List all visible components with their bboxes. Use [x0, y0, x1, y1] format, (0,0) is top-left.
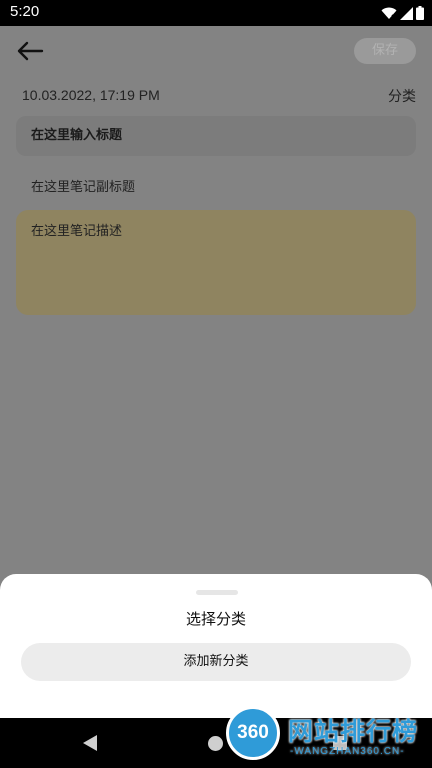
watermark-subtext: -WANGZHAN360.CN- — [290, 746, 405, 757]
note-date: 10.03.2022, 17:19 PM — [22, 87, 160, 103]
watermark: 360 网站排行榜 -WANGZHAN360.CN- — [222, 702, 432, 768]
save-button[interactable]: 保存 — [354, 38, 416, 64]
status-bar: 5:20 — [0, 0, 432, 26]
drag-handle[interactable] — [196, 590, 238, 595]
status-time: 5:20 — [10, 3, 40, 20]
category-bottom-sheet: 选择分类 添加新分类 — [0, 574, 432, 718]
home-circle-icon[interactable] — [208, 736, 223, 751]
description-input[interactable]: 在这里笔记描述 — [16, 210, 416, 315]
signal-icon — [400, 7, 413, 20]
subtitle-input[interactable]: 在这里笔记副标题 — [31, 176, 135, 195]
battery-icon — [416, 6, 424, 20]
wifi-icon — [381, 7, 397, 20]
watermark-badge: 360 — [226, 706, 280, 760]
arrow-left-icon — [17, 41, 44, 61]
category-button[interactable]: 分类 — [388, 86, 416, 106]
back-button[interactable] — [14, 38, 48, 64]
title-input[interactable]: 在这里输入标题 — [16, 116, 416, 156]
sheet-title: 选择分类 — [185, 610, 246, 628]
add-category-button[interactable]: 添加新分类 — [21, 643, 411, 681]
watermark-text: 网站排行榜 — [288, 717, 419, 746]
back-triangle-icon[interactable] — [82, 734, 98, 752]
status-icons — [381, 6, 424, 20]
